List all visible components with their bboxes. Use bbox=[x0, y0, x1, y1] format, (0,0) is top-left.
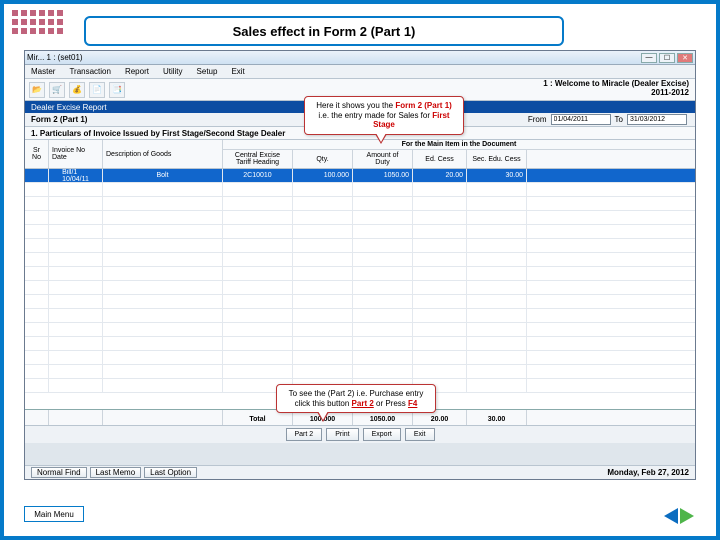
doc2-icon[interactable]: 📑 bbox=[109, 82, 125, 98]
table-row[interactable] bbox=[25, 211, 695, 225]
table-row[interactable] bbox=[25, 337, 695, 351]
status-date: Monday, Feb 27, 2012 bbox=[607, 468, 689, 477]
menu-transaction[interactable]: Transaction bbox=[69, 67, 111, 76]
menu-report[interactable]: Report bbox=[125, 67, 149, 76]
statusbar: Normal Find Last Memo Last Option Monday… bbox=[25, 465, 695, 479]
col-edc: Ed. Cess bbox=[413, 150, 467, 168]
menu-utility[interactable]: Utility bbox=[163, 67, 183, 76]
menu-exit[interactable]: Exit bbox=[231, 67, 244, 76]
col-tariff: Central Excise Tariff Heading bbox=[223, 150, 293, 168]
grid-body: Bill/1 10/04/11 Bolt 2C10010 100.000 105… bbox=[25, 169, 695, 409]
table-row[interactable] bbox=[25, 281, 695, 295]
part2-button[interactable]: Part 2 bbox=[286, 428, 323, 441]
col-desc: Description of Goods bbox=[103, 140, 223, 168]
col-super-header: For the Main Item in the Document bbox=[223, 140, 695, 150]
table-row[interactable] bbox=[25, 197, 695, 211]
table-row[interactable] bbox=[25, 225, 695, 239]
close-button[interactable]: ✕ bbox=[677, 53, 693, 63]
button-row: Part 2 Print Export Exit bbox=[25, 425, 695, 443]
next-slide-button[interactable] bbox=[680, 508, 694, 524]
table-row[interactable] bbox=[25, 253, 695, 267]
callout-top: Here it shows you the Form 2 (Part 1) i.… bbox=[304, 96, 464, 135]
col-duty: Amount of Duty bbox=[353, 150, 413, 168]
table-row[interactable]: Bill/1 10/04/11 Bolt 2C10010 100.000 105… bbox=[25, 169, 695, 183]
last-memo-button[interactable]: Last Memo bbox=[90, 467, 142, 478]
decorative-dots bbox=[12, 10, 63, 34]
form-subheader: Form 2 (Part 1) bbox=[31, 115, 87, 124]
col-srno: Sr No bbox=[25, 140, 49, 168]
export-button[interactable]: Export bbox=[363, 428, 401, 441]
col-sec: Sec. Edu. Cess bbox=[467, 150, 527, 168]
welcome-text: 1 : Welcome to Miracle (Dealer Excise) 2… bbox=[543, 80, 689, 98]
col-qty: Qty. bbox=[293, 150, 353, 168]
to-label: To bbox=[615, 115, 623, 124]
menubar: Master Transaction Report Utility Setup … bbox=[25, 65, 695, 79]
maximize-button[interactable]: ☐ bbox=[659, 53, 675, 63]
grid-header: Sr No Invoice No Date Description of Goo… bbox=[25, 139, 695, 169]
slide-title: Sales effect in Form 2 (Part 1) bbox=[84, 16, 564, 46]
from-date-input[interactable] bbox=[551, 114, 611, 125]
minimize-button[interactable]: — bbox=[641, 53, 657, 63]
open-icon[interactable]: 📂 bbox=[29, 82, 45, 98]
last-option-button[interactable]: Last Option bbox=[144, 467, 197, 478]
cart-icon[interactable]: 🛒 bbox=[49, 82, 65, 98]
main-menu-button[interactable]: Main Menu bbox=[24, 506, 84, 522]
normal-find-button[interactable]: Normal Find bbox=[31, 467, 87, 478]
table-row[interactable] bbox=[25, 365, 695, 379]
to-date-input[interactable] bbox=[627, 114, 687, 125]
table-row[interactable] bbox=[25, 309, 695, 323]
exit-button[interactable]: Exit bbox=[405, 428, 435, 441]
print-button[interactable]: Print bbox=[326, 428, 358, 441]
col-invoice: Invoice No Date bbox=[49, 140, 103, 168]
prev-slide-button[interactable] bbox=[664, 508, 678, 524]
menu-master[interactable]: Master bbox=[31, 67, 55, 76]
bag-icon[interactable]: 💰 bbox=[69, 82, 85, 98]
table-row[interactable] bbox=[25, 323, 695, 337]
from-label: From bbox=[528, 115, 547, 124]
window-title: Mir... 1 : (set01) bbox=[27, 53, 83, 62]
menu-setup[interactable]: Setup bbox=[197, 67, 218, 76]
table-row[interactable] bbox=[25, 239, 695, 253]
table-row[interactable] bbox=[25, 183, 695, 197]
table-row[interactable] bbox=[25, 351, 695, 365]
table-row[interactable] bbox=[25, 295, 695, 309]
callout-bottom: To see the (Part 2) i.e. Purchase entry … bbox=[276, 384, 436, 413]
doc1-icon[interactable]: 📄 bbox=[89, 82, 105, 98]
table-row[interactable] bbox=[25, 267, 695, 281]
